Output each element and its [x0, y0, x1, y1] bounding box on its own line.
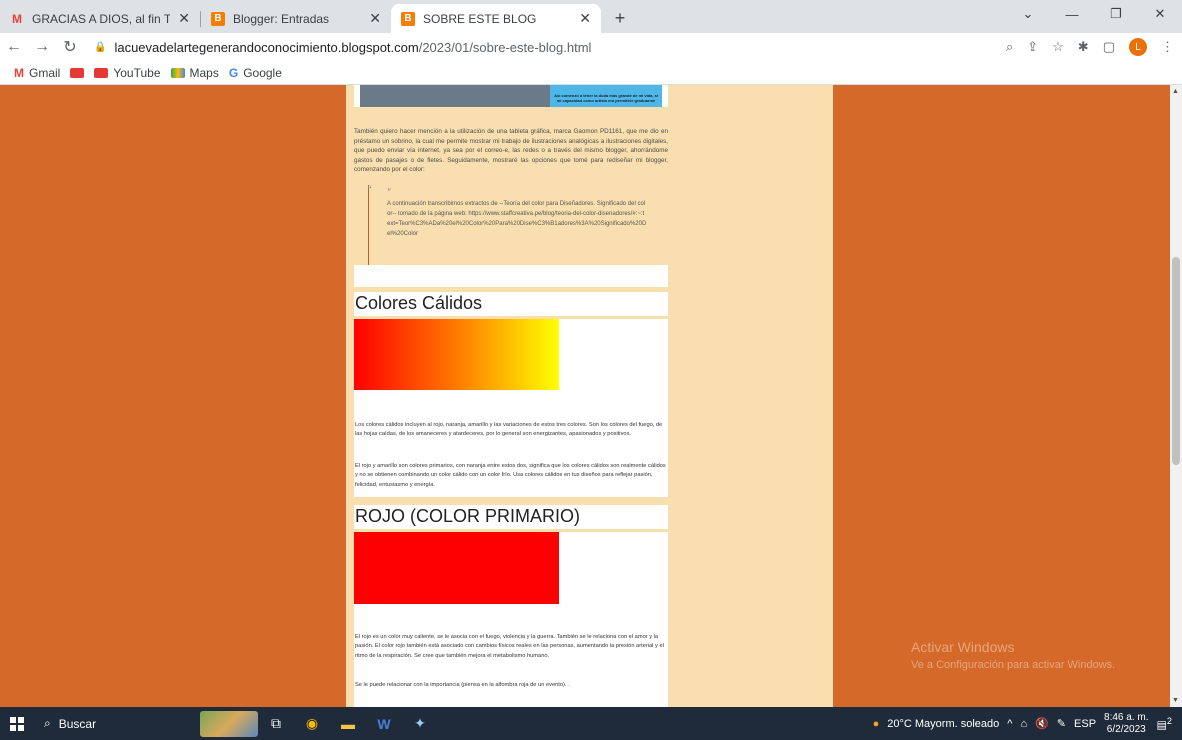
- tab-title: Blogger: Entradas: [233, 11, 330, 26]
- bookmark-google[interactable]: G Google: [229, 66, 282, 80]
- bookmark-label: Google: [243, 65, 282, 80]
- page-viewport[interactable]: Así comenzó a tener la duda más grande d…: [0, 85, 1170, 707]
- post-image: Así comenzó a tener la duda más grande d…: [354, 85, 668, 107]
- youtube-icon: [94, 67, 109, 78]
- tab-title: GRACIAS A DIOS, al fin TDG LEL: [32, 11, 171, 26]
- weather-icon: ●: [872, 717, 880, 730]
- restore-button[interactable]: ❐: [1094, 0, 1138, 28]
- red-paragraph-2: Se le puede relacionar con la importanci…: [355, 682, 570, 688]
- bookmark-youtube[interactable]: YouTube: [94, 65, 161, 80]
- heading-colores-calidos: Colores Cálidos: [354, 292, 668, 316]
- file-explorer-icon[interactable]: ▬: [334, 710, 362, 738]
- bookmark-gmail[interactable]: M Gmail: [14, 66, 60, 80]
- tab-gmail[interactable]: M GRACIAS A DIOS, al fin TDG LEL ✕: [0, 4, 200, 33]
- new-tab-button[interactable]: +: [607, 6, 633, 32]
- volume-muted-icon[interactable]: 🔇: [1035, 717, 1049, 730]
- chrome-icon[interactable]: ◉: [298, 710, 326, 738]
- warm-gradient-swatch: [354, 319, 559, 390]
- scroll-up-arrow[interactable]: ▲: [1172, 88, 1179, 95]
- weather-text[interactable]: 20°C Mayorm. soleado: [887, 718, 999, 730]
- windows-taskbar: ⌕ Buscar ⧉ ◉ ▬ W ✦ ● 20°C Mayorm. solead…: [0, 707, 1182, 740]
- intro-paragraph: También quiero hacer mención a la utiliz…: [354, 128, 668, 174]
- side-panel-icon[interactable]: ▢: [1103, 39, 1115, 55]
- bookmark-youtube-folder[interactable]: [70, 67, 85, 78]
- windows-logo-icon: [10, 716, 24, 731]
- scroll-down-arrow[interactable]: ▼: [1172, 697, 1179, 704]
- zoom-icon[interactable]: ⌕: [1006, 39, 1013, 55]
- network-icon[interactable]: ⌂: [1020, 718, 1027, 730]
- back-button[interactable]: ←: [0, 38, 28, 56]
- bookmarks-bar: M Gmail YouTube Maps G Google: [0, 61, 1182, 85]
- notification-count: 2: [1166, 715, 1172, 726]
- illustration-image: [360, 85, 550, 107]
- notifications-icon[interactable]: ▤2: [1157, 716, 1173, 732]
- reload-button[interactable]: ↻: [56, 37, 84, 57]
- chevron-up-icon[interactable]: ^: [1007, 718, 1012, 730]
- task-view-icon[interactable]: ⧉: [262, 710, 290, 738]
- watermark-subtitle: Ve a Configuración para activar Windows.: [911, 659, 1116, 671]
- blogger-icon: B: [401, 11, 415, 26]
- red-paragraph-1: El rojo es un color muy caliente, se le …: [355, 634, 664, 659]
- start-button[interactable]: [0, 716, 34, 731]
- avatar[interactable]: L: [1129, 38, 1147, 56]
- youtube-icon: [70, 67, 85, 78]
- pen-icon[interactable]: ✎: [1057, 717, 1066, 730]
- menu-icon[interactable]: ⋮: [1161, 39, 1174, 55]
- blogger-icon: B: [211, 11, 225, 26]
- forward-button[interactable]: →: [28, 38, 56, 56]
- clock-date: 6/2/2023: [1106, 723, 1146, 735]
- tab-blogger-entradas[interactable]: B Blogger: Entradas ✕: [201, 4, 391, 33]
- tab-sobre-este-blog[interactable]: B SOBRE ESTE BLOG ✕: [391, 4, 601, 33]
- tab-title: SOBRE ESTE BLOG: [423, 11, 537, 26]
- image-caption: Así comenzó a tener la duda más grande d…: [554, 93, 658, 103]
- tab-strip: M GRACIAS A DIOS, al fin TDG LEL ✕ B Blo…: [0, 0, 1182, 33]
- gmail-icon: M: [14, 65, 24, 80]
- bookmark-label: Gmail: [29, 65, 61, 80]
- maps-icon: [170, 67, 185, 78]
- bookmark-label: YouTube: [113, 65, 161, 80]
- share-icon[interactable]: ⇪: [1027, 39, 1038, 55]
- minimize-button[interactable]: —: [1050, 0, 1094, 28]
- bookmark-star-icon[interactable]: ☆: [1052, 39, 1064, 55]
- search-icon: ⌕: [44, 716, 51, 730]
- close-icon[interactable]: ✕: [369, 10, 381, 27]
- app-icon[interactable]: ✦: [406, 710, 434, 738]
- close-window-button[interactable]: ✕: [1138, 0, 1182, 28]
- url-host: lacuevadelartegenerandoconocimiento.blog…: [114, 39, 419, 55]
- toolbar-actions: ⌕ ⇪ ☆ ✱ ▢ L ⋮: [1006, 33, 1174, 61]
- warm-paragraph-2: El rojo y amarillo son colores primarios…: [355, 463, 666, 488]
- heading-rojo: ROJO (COLOR PRIMARIO): [354, 505, 668, 529]
- quote-text: A continuación transcribimos extractos d…: [387, 201, 647, 237]
- google-icon: G: [228, 65, 239, 80]
- bookmark-maps[interactable]: Maps: [170, 65, 219, 80]
- gmail-icon: M: [12, 11, 22, 26]
- language-indicator[interactable]: ESP: [1074, 718, 1096, 730]
- chevron-down-icon[interactable]: ⌄: [1006, 0, 1050, 28]
- quote-icon: “: [367, 183, 371, 197]
- close-icon[interactable]: ✕: [579, 10, 591, 27]
- quote-icon: “: [387, 187, 391, 198]
- watermark-title: Activar Windows: [911, 639, 1015, 655]
- lock-icon[interactable]: 🔒: [94, 42, 106, 53]
- url-path: /2023/01/sobre-este-blog.html: [418, 39, 592, 55]
- activate-windows-watermark: Activar Windows Ve a Configuración para …: [911, 639, 1115, 671]
- red-swatch: [354, 532, 559, 604]
- search-highlight-image[interactable]: [200, 710, 258, 737]
- word-icon[interactable]: W: [370, 710, 398, 738]
- clock-time: 8:46 a. m.: [1104, 711, 1149, 723]
- warm-paragraph-1: Los colores cálidos incluyen al rojo, na…: [355, 422, 663, 438]
- taskbar-search[interactable]: ⌕ Buscar: [34, 707, 194, 740]
- bookmark-label: Maps: [189, 65, 219, 80]
- clock[interactable]: 8:46 a. m. 6/2/2023: [1104, 712, 1148, 736]
- system-tray: ● 20°C Mayorm. soleado ^ ⌂ 🔇 ✎ ESP 8:46 …: [873, 707, 1182, 740]
- address-bar[interactable]: 🔒 lacuevadelartegenerandoconocimiento.bl…: [90, 35, 910, 59]
- browser-toolbar: ← → ↻ 🔒 lacuevadelartegenerandoconocimie…: [0, 33, 1182, 61]
- extensions-icon[interactable]: ✱: [1078, 39, 1089, 55]
- vertical-scrollbar[interactable]: ▲ ▼: [1170, 85, 1182, 707]
- spacer-box: [354, 265, 668, 287]
- scrollbar-thumb[interactable]: [1172, 257, 1180, 465]
- close-icon[interactable]: ✕: [178, 10, 190, 27]
- window-controls: ⌄ — ❐ ✕: [1006, 0, 1182, 28]
- search-label: Buscar: [58, 716, 97, 731]
